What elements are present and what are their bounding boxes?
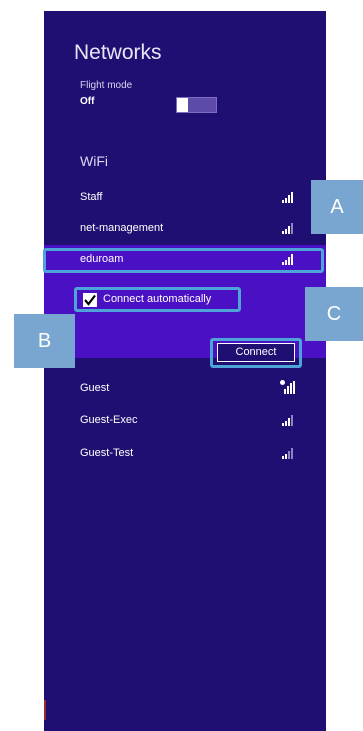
eduroam-highlight-frame (43, 248, 324, 273)
connect-button[interactable]: Connect (217, 343, 295, 362)
network-item-staff[interactable]: Staff (80, 191, 102, 203)
wifi-signal-icon (282, 447, 296, 459)
checkmark-icon (84, 294, 96, 306)
toggle-thumb (177, 98, 188, 112)
panel-title: Networks (74, 41, 162, 64)
connect-automatically-group[interactable]: Connect automatically (74, 287, 241, 312)
wifi-signal-icon (282, 222, 296, 234)
callout-a: A (311, 180, 363, 234)
flight-mode-label: Flight mode (80, 80, 133, 91)
network-item-guest-exec[interactable]: Guest-Exec (80, 414, 137, 426)
wifi-signal-icon (282, 191, 296, 203)
flight-mode-value: Off (80, 96, 95, 107)
edge-mark (44, 700, 46, 720)
connect-automatically-label: Connect automatically (103, 293, 212, 305)
wifi-heading: WiFi (80, 153, 108, 169)
callout-c: C (305, 287, 363, 341)
network-item-guest-test[interactable]: Guest-Test (80, 447, 133, 459)
network-item-net-management[interactable]: net-management (80, 222, 163, 234)
networks-panel (44, 11, 326, 731)
wifi-signal-icon (282, 414, 296, 426)
connect-automatically-checkbox[interactable] (83, 293, 97, 307)
flight-mode-toggle[interactable] (176, 97, 217, 113)
callout-b: B (14, 314, 75, 368)
wifi-open-signal-icon (280, 380, 296, 394)
network-item-guest[interactable]: Guest (80, 382, 109, 394)
